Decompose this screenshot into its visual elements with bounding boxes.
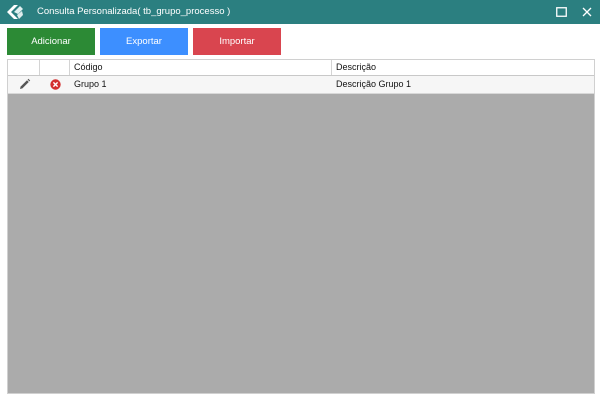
column-header-codigo[interactable]: Código	[70, 60, 332, 75]
column-header-edit[interactable]	[8, 60, 40, 75]
cell-codigo: Grupo 1	[74, 79, 107, 89]
close-button[interactable]	[574, 0, 600, 24]
app-logo-icon	[5, 3, 25, 21]
maximize-icon	[555, 7, 567, 17]
add-button[interactable]: Adicionar	[7, 28, 95, 55]
data-grid[interactable]: Código Descrição Grupo 1 Descrição Grupo…	[7, 59, 595, 394]
column-header-delete[interactable]	[40, 60, 70, 75]
table-row[interactable]: Grupo 1 Descrição Grupo 1	[8, 76, 594, 94]
import-button[interactable]: Importar	[193, 28, 281, 55]
column-header-descricao[interactable]: Descrição	[332, 60, 594, 75]
close-icon	[582, 7, 592, 17]
title-bar: Consulta Personalizada( tb_grupo_process…	[0, 0, 600, 24]
export-button[interactable]: Exportar	[100, 28, 188, 55]
window-title: Consulta Personalizada( tb_grupo_process…	[37, 6, 231, 17]
cell-descricao: Descrição Grupo 1	[336, 79, 412, 89]
delete-row-button[interactable]	[40, 76, 70, 93]
maximize-button[interactable]	[548, 0, 574, 24]
delete-icon	[49, 79, 61, 90]
pencil-icon	[19, 78, 30, 89]
grid-header: Código Descrição	[8, 60, 594, 76]
edit-row-button[interactable]	[8, 76, 40, 93]
